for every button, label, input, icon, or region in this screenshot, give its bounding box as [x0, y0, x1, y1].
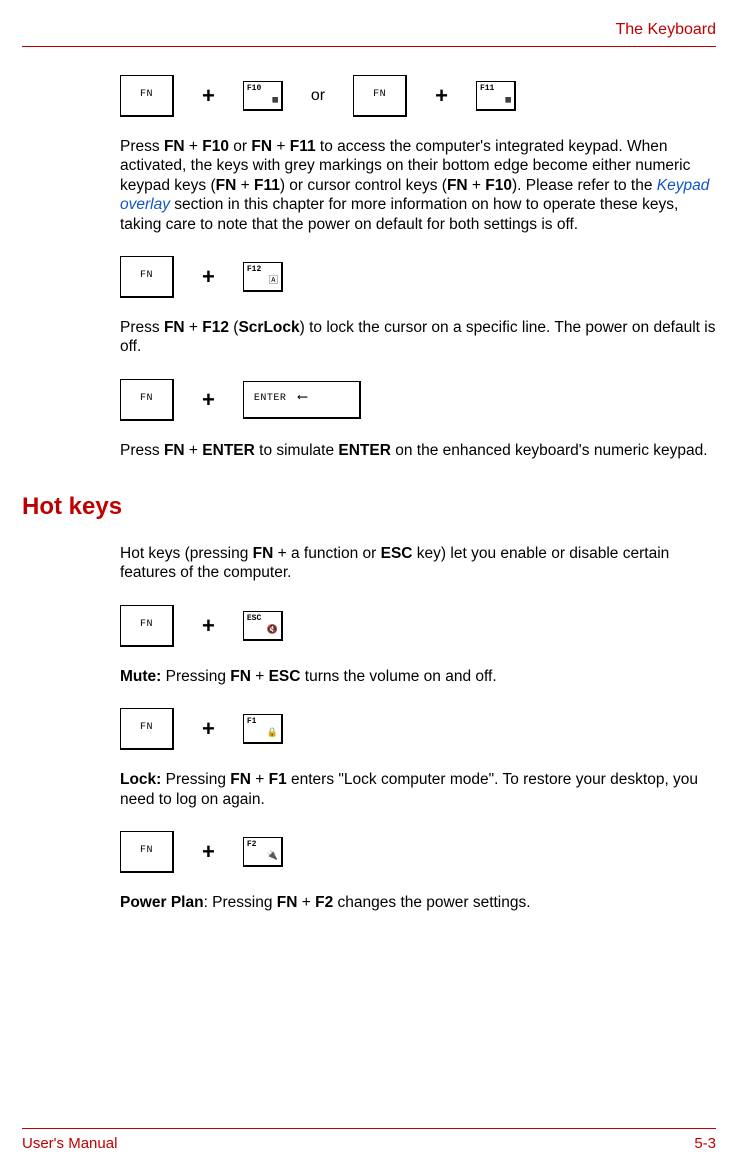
fn-key-icon: FN: [120, 75, 174, 117]
paragraph-lock: Lock: Pressing FN + F1 enters "Lock comp…: [120, 770, 716, 809]
f1-key-icon: F1 🔒: [243, 714, 283, 744]
key-row-f12: FN + F12 🄰: [120, 256, 716, 298]
footer-rule: [22, 1128, 716, 1129]
plus-icon: +: [202, 389, 215, 411]
paragraph-hotkeys-intro: Hot keys (pressing FN + a function or ES…: [120, 544, 716, 583]
f10-key-icon: F10 ▦: [243, 81, 283, 111]
plus-icon: +: [435, 85, 448, 107]
fn-key-icon: FN: [120, 256, 174, 298]
plus-icon: +: [202, 718, 215, 740]
enter-key-icon: ENTER ⟵: [243, 381, 361, 419]
plus-icon: +: [202, 615, 215, 637]
header-rule: [22, 46, 716, 47]
fn-key-icon: FN: [120, 379, 174, 421]
fn-key-icon: FN: [353, 75, 407, 117]
key-label: F11: [480, 84, 494, 94]
lock-icon: 🔒: [267, 728, 278, 739]
key-row-f1: FN + F1 🔒: [120, 708, 716, 750]
key-row-f2: FN + F2 🔌: [120, 831, 716, 873]
fn-key-icon: FN: [120, 831, 174, 873]
plus-icon: +: [202, 841, 215, 863]
hot-keys-heading: Hot keys: [22, 492, 716, 522]
f12-key-icon: F12 🄰: [243, 262, 283, 292]
footer-manual-label: User's Manual: [22, 1135, 117, 1154]
key-label: F2: [247, 840, 257, 850]
key-row-enter: FN + ENTER ⟵: [120, 379, 716, 421]
paragraph-enter: Press FN + ENTER to simulate ENTER on th…: [120, 441, 716, 460]
f11-key-icon: F11 ▦: [476, 81, 516, 111]
paragraph-mute: Mute: Pressing FN + ESC turns the volume…: [120, 667, 716, 686]
key-row-f10-f11: FN + F10 ▦ or FN + F11 ▦: [120, 75, 716, 117]
paragraph-power: Power Plan: Pressing FN + F2 changes the…: [120, 893, 716, 912]
paragraph-f10-f11: Press FN + F10 or FN + F11 to access the…: [120, 137, 716, 234]
key-label: F10: [247, 84, 261, 94]
plus-icon: +: [202, 85, 215, 107]
f2-key-icon: F2 🔌: [243, 837, 283, 867]
plus-icon: +: [202, 266, 215, 288]
power-icon: 🔌: [267, 851, 278, 862]
footer-page-number: 5-3: [694, 1135, 716, 1154]
esc-key-icon: ESC 🔇: [243, 611, 283, 641]
key-label: ESC: [247, 614, 261, 624]
paragraph-f12: Press FN + F12 (ScrLock) to lock the cur…: [120, 318, 716, 357]
key-label: ENTER: [254, 393, 287, 406]
key-label: F1: [247, 717, 257, 727]
key-row-esc: FN + ESC 🔇: [120, 605, 716, 647]
mute-icon: 🔇: [267, 625, 278, 636]
fn-key-icon: FN: [120, 605, 174, 647]
enter-arrow-icon: ⟵: [298, 390, 307, 408]
fn-key-icon: FN: [120, 708, 174, 750]
scrlock-icon: 🄰: [269, 276, 278, 287]
keypad-icon: ▦: [506, 95, 511, 106]
header-section-title: The Keyboard: [22, 20, 716, 40]
or-text: or: [311, 86, 325, 106]
key-label: F12: [247, 265, 261, 275]
page-footer: User's Manual 5-3: [22, 1128, 716, 1154]
keypad-icon: ▦: [272, 95, 277, 106]
